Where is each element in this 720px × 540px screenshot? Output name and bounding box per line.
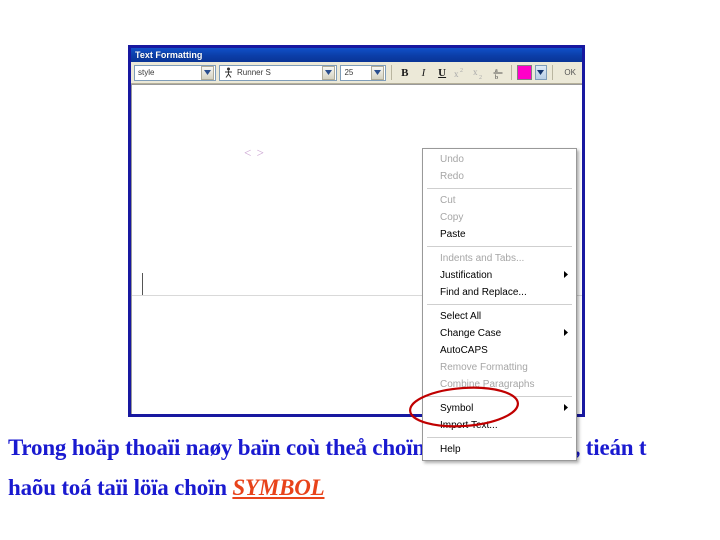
menu-item-select-all[interactable]: Select All	[423, 308, 576, 325]
submenu-arrow-icon	[564, 271, 568, 280]
menu-item-label: Redo	[440, 171, 464, 182]
menu-separator	[427, 396, 572, 397]
ok-button[interactable]: OK	[561, 67, 579, 78]
caption-line-1: Trong hoäp thoaïi naøy baïn coù theå cho…	[8, 435, 647, 460]
submenu-arrow-icon	[564, 404, 568, 413]
menu-item-paste[interactable]: Paste	[423, 226, 576, 243]
svg-text:x: x	[454, 69, 459, 79]
menu-item-combine-paragraphs: Combine Paragraphs	[423, 376, 576, 393]
menu-item-label: Find and Replace...	[440, 287, 527, 298]
style-dropdown[interactable]: style	[134, 64, 217, 81]
menu-separator	[427, 246, 572, 247]
svg-text:b: b	[495, 75, 498, 80]
menu-item-indents-and-tabs: Indents and Tabs...	[423, 250, 576, 267]
menu-item-redo: Redo	[423, 168, 576, 185]
font-dropdown-value: Runner S	[237, 68, 271, 77]
menu-item-label: AutoCAPS	[440, 345, 488, 356]
svg-text:x: x	[473, 67, 478, 77]
menu-item-label: Paste	[440, 229, 466, 240]
menu-item-label: Copy	[440, 212, 464, 223]
menu-item-autocaps[interactable]: AutoCAPS	[423, 342, 576, 359]
underline-button[interactable]: U	[434, 64, 450, 81]
font-size-dropdown[interactable]: 25	[340, 64, 387, 81]
menu-item-copy: Copy	[423, 209, 576, 226]
menu-item-label: Symbol	[440, 403, 474, 414]
caption-symbol-emphasis: SYMBOL	[232, 475, 325, 500]
menu-separator	[427, 188, 572, 189]
menu-item-help[interactable]: Help	[423, 441, 576, 458]
menu-item-label: Change Case	[440, 328, 502, 339]
menu-item-remove-formatting: Remove Formatting	[423, 359, 576, 376]
subscript-icon[interactable]: x 2	[472, 64, 488, 81]
chevron-down-icon[interactable]	[371, 65, 385, 80]
menu-item-import-text[interactable]: Import Text...	[423, 417, 576, 434]
fraction-icon[interactable]: a b	[490, 64, 506, 81]
menu-separator	[427, 304, 572, 305]
menu-item-label: Indents and Tabs...	[440, 253, 525, 264]
font-size-value: 25	[344, 68, 354, 77]
menu-item-justification[interactable]: Justification	[423, 267, 576, 284]
chevron-down-icon[interactable]	[322, 65, 336, 80]
menu-item-symbol[interactable]: Symbol	[423, 400, 576, 417]
menu-separator	[427, 437, 572, 438]
svg-text:2: 2	[479, 75, 482, 79]
window-title: Text Formatting	[135, 49, 203, 60]
menu-item-undo: Undo	[423, 151, 576, 168]
menu-item-label: Combine Paragraphs	[440, 379, 535, 390]
window-titlebar: Text Formatting	[131, 48, 582, 62]
bold-button[interactable]: B	[397, 64, 413, 81]
caption-line-2-prefix: haõu toá taïi löïa choïn	[8, 475, 233, 500]
toolbar-separator	[510, 65, 512, 80]
toolbar-separator	[551, 65, 553, 80]
menu-item-label: Justification	[440, 270, 493, 281]
svg-text:2: 2	[460, 68, 463, 74]
menu-item-cut: Cut	[423, 192, 576, 209]
caption-line-2: haõu toá taïi löïa choïn SYMBOL	[8, 468, 720, 508]
menu-item-label: Undo	[440, 154, 464, 165]
submenu-arrow-icon	[564, 329, 568, 338]
context-menu[interactable]: Undo Redo Cut Copy Paste Indents and Tabs... J…	[422, 148, 577, 461]
angle-bracket-glyph: < >	[244, 145, 265, 160]
text-formatting-window: Text Formatting style Runner S 25 B I U …	[128, 45, 585, 461]
formatting-toolbar: style Runner S 25 B I U x 2 x 2 a b OK	[131, 62, 582, 84]
menu-item-label: Remove Formatting	[440, 362, 528, 373]
text-color-swatch[interactable]	[516, 65, 532, 80]
chevron-down-icon[interactable]	[201, 65, 215, 80]
italic-button[interactable]: I	[416, 64, 432, 81]
menu-item-label: Select All	[440, 311, 482, 322]
menu-item-label: Help	[440, 444, 461, 455]
toolbar-separator	[391, 65, 393, 80]
caption-block: Trong hoäp thoaïi naøy baïn coù theå cho…	[8, 428, 720, 508]
text-caret	[142, 273, 143, 295]
color-chevron-down-icon[interactable]	[534, 65, 547, 80]
font-glyph-icon	[222, 67, 234, 79]
superscript-icon[interactable]: x 2	[453, 64, 469, 81]
menu-item-find-and-replace[interactable]: Find and Replace...	[423, 284, 576, 301]
menu-item-label: Import Text...	[440, 420, 498, 431]
menu-item-label: Cut	[440, 195, 456, 206]
style-dropdown-value: style	[138, 68, 155, 77]
menu-item-change-case[interactable]: Change Case	[423, 325, 576, 342]
font-dropdown[interactable]: Runner S	[219, 64, 338, 81]
